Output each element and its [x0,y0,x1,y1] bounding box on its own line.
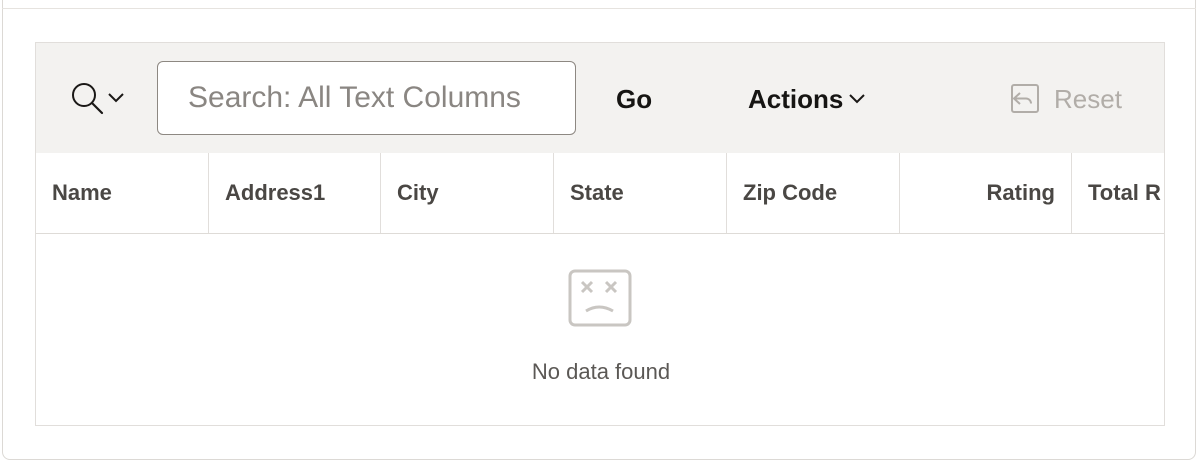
column-header-label: Name [52,180,112,205]
search-icon [72,83,104,115]
interactive-report: Go Actions Reset Name Address1 City [35,42,1165,426]
column-header-total-r[interactable]: Total R [1072,153,1164,233]
go-button[interactable]: Go [596,73,672,125]
column-header-state[interactable]: State [554,153,727,233]
column-header-label: Rating [986,180,1055,205]
column-header-address1[interactable]: Address1 [209,153,381,233]
search-column-menu-button[interactable] [70,80,134,116]
reset-button[interactable]: Reset [998,73,1132,125]
chevron-down-icon [108,93,124,103]
no-data-message: No data found [36,233,1164,425]
column-header-label: State [570,180,624,205]
no-data-text: No data found [531,359,671,384]
chevron-down-icon [849,94,866,104]
actions-menu-button[interactable]: Actions [736,73,877,125]
reset-label: Reset [1054,83,1122,114]
column-header-rating[interactable]: Rating [900,153,1072,233]
column-header-label: Total R [1088,180,1161,205]
undo-icon [1011,84,1039,113]
report-column-headers: Name Address1 City State Zip Code Rating… [36,153,1164,234]
region-divider [2,8,1196,9]
column-header-label: Address1 [225,180,326,205]
search-input[interactable] [157,61,576,135]
report-toolbar: Go Actions Reset [36,43,1164,154]
column-header-label: City [397,180,439,205]
column-header-label: Zip Code [743,180,838,205]
sad-face-icon [568,269,632,327]
column-header-city[interactable]: City [381,153,554,233]
column-header-zip-code[interactable]: Zip Code [727,153,900,233]
column-header-name[interactable]: Name [36,153,209,233]
actions-label: Actions [748,83,844,114]
